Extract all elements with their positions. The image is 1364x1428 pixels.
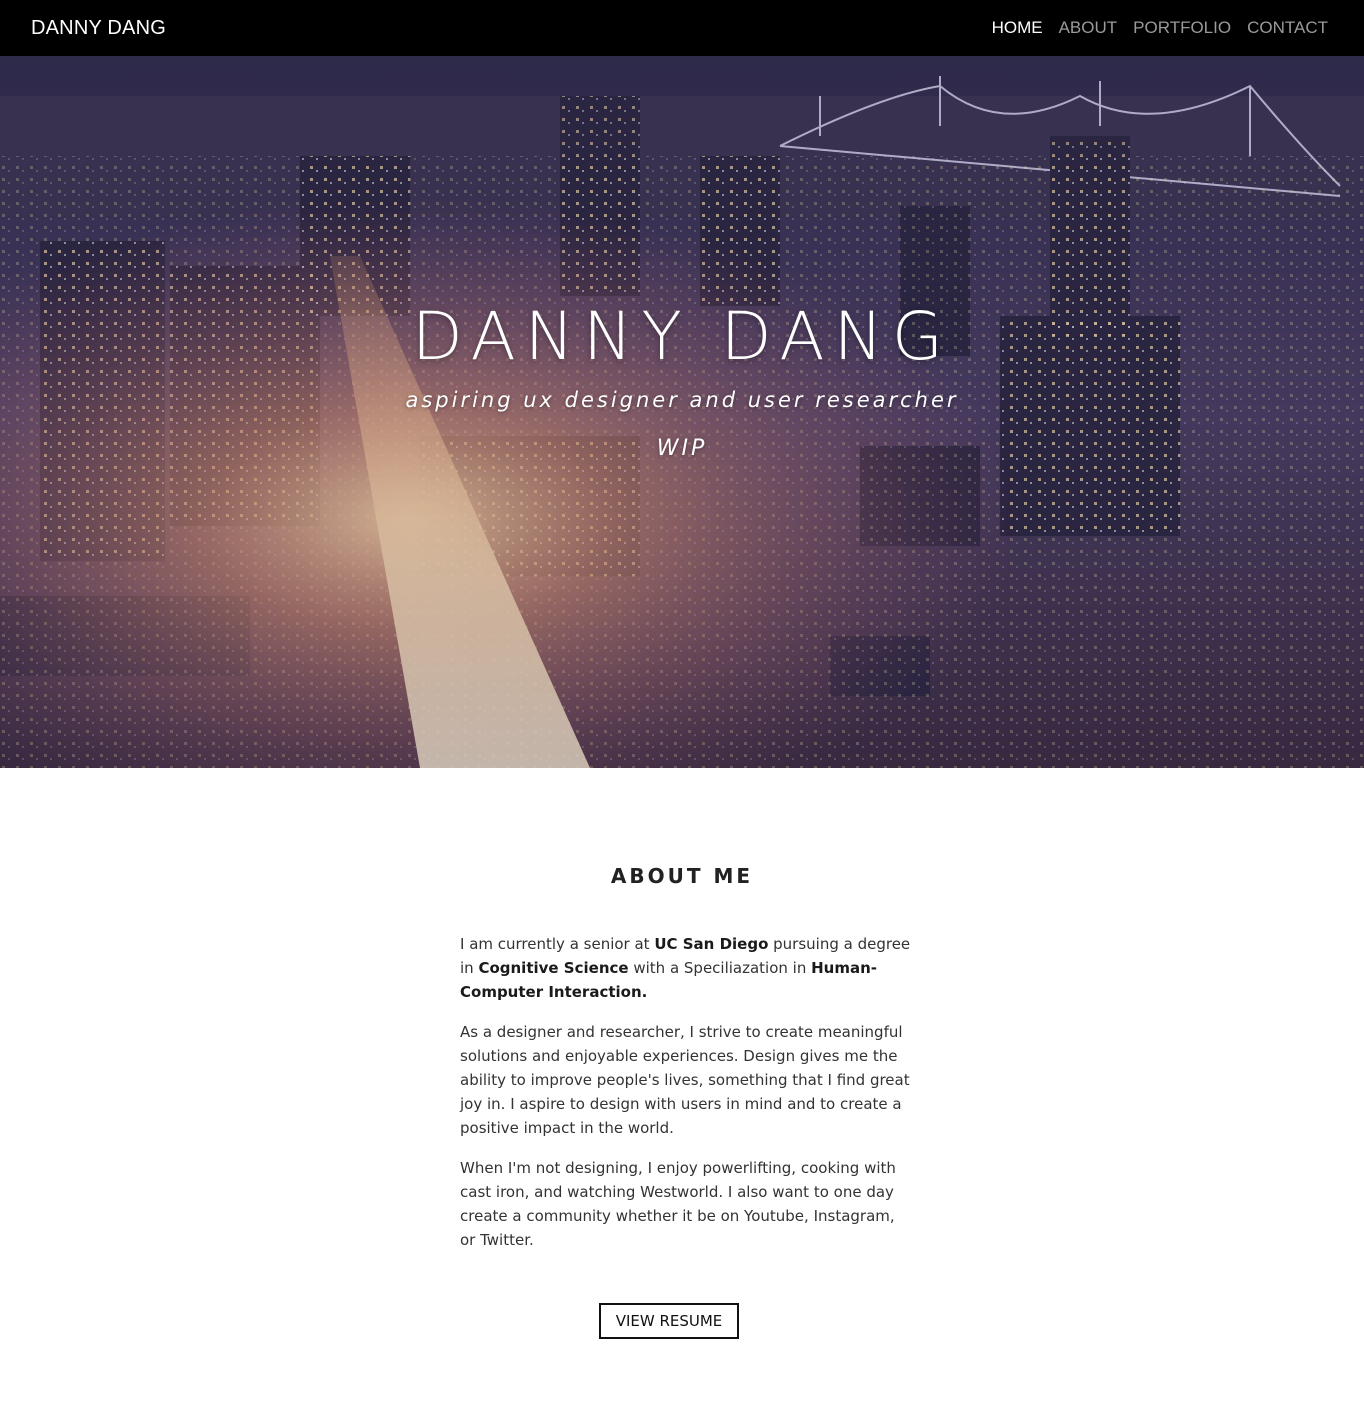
about-p1-text-3: with a Speciliazation in [628,959,812,977]
about-p1-text-1: I am currently a senior at [460,935,655,953]
nav-link-contact[interactable]: CONTACT [1247,18,1328,38]
hero-status: WIP [656,436,708,461]
hero-subtitle: aspiring ux designer and user researcher [405,388,959,412]
about-paragraph-3: When I'm not designing, I enjoy powerlif… [460,1159,896,1249]
hero-text-container: DANNY DANG aspiring ux designer and user… [0,56,1364,768]
hero-banner: DANNY DANG aspiring ux designer and user… [0,56,1364,768]
main-nav: HOME ABOUT PORTFOLIO CONTACT [992,18,1328,38]
about-paragraph-2: As a designer and researcher, I strive t… [460,1023,910,1137]
view-resume-button[interactable]: VIEW RESUME [599,1303,739,1339]
about-heading: ABOUT ME [610,864,754,888]
nav-link-portfolio[interactable]: PORTFOLIO [1133,18,1231,38]
about-body: I am currently a senior at UC San Diego … [460,932,912,1268]
top-navbar: DANNY DANG HOME ABOUT PORTFOLIO CONTACT [0,0,1364,56]
brand-logo[interactable]: DANNY DANG [31,17,166,40]
nav-link-about[interactable]: ABOUT [1059,18,1118,38]
about-p1-bold-1: UC San Diego [654,935,769,953]
hero-title: DANNY DANG [411,298,953,375]
about-paragraph-1: I am currently a senior at UC San Diego … [460,932,912,1004]
nav-link-home[interactable]: HOME [992,18,1043,38]
about-p1-bold-2: Cognitive Science [478,959,629,977]
